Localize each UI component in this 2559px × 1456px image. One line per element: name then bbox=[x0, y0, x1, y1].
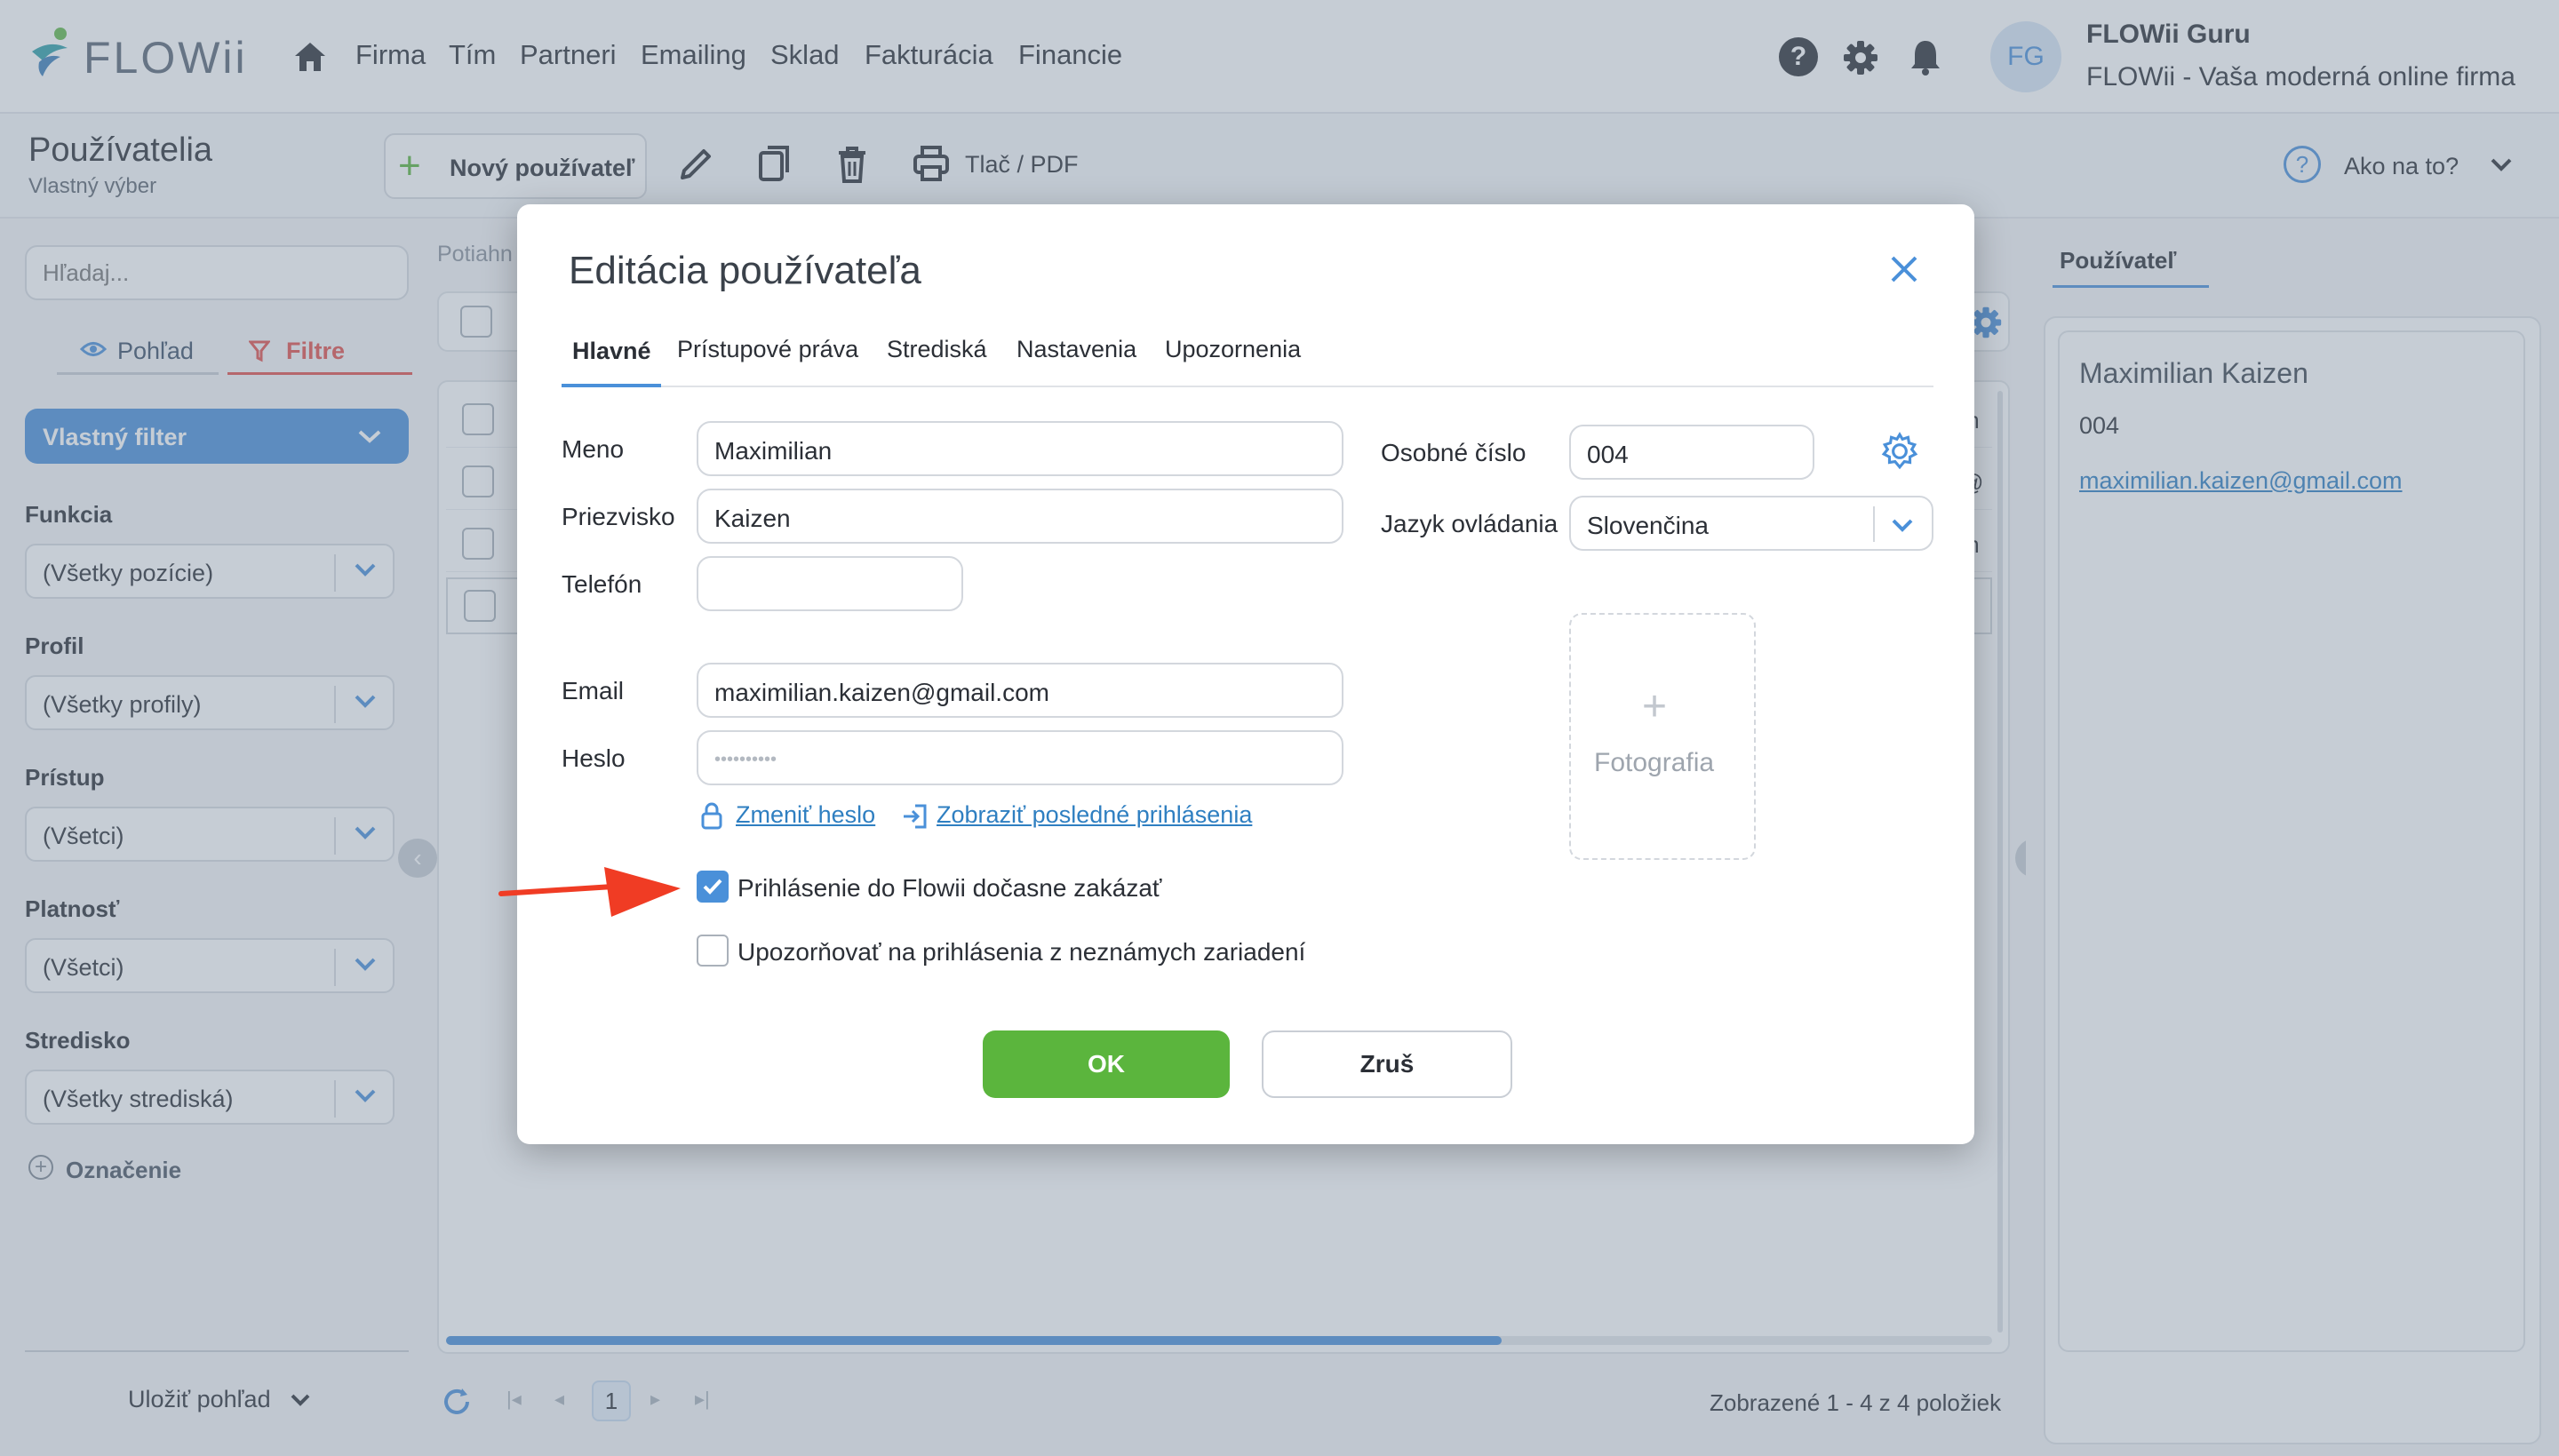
email-input[interactable]: maximilian.kaizen@gmail.com bbox=[697, 663, 1343, 718]
lock-icon bbox=[701, 802, 722, 830]
personal-number-input[interactable]: 004 bbox=[1569, 425, 1814, 480]
tab-upozornenia[interactable]: Upozornenia bbox=[1165, 336, 1301, 363]
change-password-link[interactable]: Zmeniť heslo bbox=[736, 801, 875, 829]
unknown-device-alert-checkbox[interactable] bbox=[697, 935, 729, 967]
tab-nastavenia[interactable]: Nastavenia bbox=[1016, 336, 1136, 363]
unknown-device-alert-label[interactable]: Upozorňovať na prihlásenia z neznámych z… bbox=[737, 938, 1305, 967]
language-select-separator bbox=[1873, 506, 1875, 542]
phone-input[interactable] bbox=[697, 556, 963, 611]
password-input[interactable]: •••••••••• bbox=[697, 730, 1343, 785]
last-name-label: Priezvisko bbox=[562, 503, 675, 530]
login-arrow-icon bbox=[904, 804, 927, 829]
language-value: Slovenčina bbox=[1587, 512, 1709, 539]
cancel-button[interactable]: Zruš bbox=[1262, 1030, 1512, 1098]
personal-number-label: Osobné číslo bbox=[1381, 439, 1527, 466]
tab-hlavne[interactable]: Hlavné bbox=[562, 327, 661, 387]
tab-strediska[interactable]: Strediská bbox=[887, 336, 987, 363]
language-select[interactable]: Slovenčina bbox=[1569, 496, 1933, 551]
number-settings-gear-icon[interactable] bbox=[1880, 432, 1919, 471]
chevron-down-icon bbox=[1892, 519, 1913, 532]
disable-login-checkbox[interactable] bbox=[697, 871, 729, 903]
ok-button[interactable]: OK bbox=[983, 1030, 1230, 1098]
last-name-input[interactable]: Kaizen bbox=[697, 489, 1343, 544]
close-icon[interactable] bbox=[1889, 254, 1919, 284]
tab-pristupove-prava[interactable]: Prístupové práva bbox=[677, 336, 858, 363]
disable-login-label[interactable]: Prihlásenie do Flowii dočasne zakázať bbox=[737, 874, 1161, 903]
email-label: Email bbox=[562, 677, 625, 704]
show-last-logins-link[interactable]: Zobraziť posledné prihlásenia bbox=[937, 801, 1252, 829]
photo-label: Fotografia bbox=[1594, 748, 1715, 777]
edit-user-dialog: Editácia používateľa Hlavné Prístupové p… bbox=[517, 204, 1974, 1144]
first-name-label: Meno bbox=[562, 435, 625, 463]
first-name-input[interactable]: Maximilian bbox=[697, 421, 1343, 476]
language-label: Jazyk ovládania bbox=[1381, 510, 1559, 537]
password-label: Heslo bbox=[562, 744, 626, 772]
phone-label: Telefón bbox=[562, 570, 642, 598]
photo-upload-area[interactable]: + Fotografia bbox=[1569, 613, 1756, 860]
tab-hlavne-label: Hlavné bbox=[572, 338, 651, 364]
plus-icon: + bbox=[1642, 683, 1668, 730]
dialog-title: Editácia používateľa bbox=[569, 249, 921, 292]
checkmark-icon bbox=[703, 879, 722, 895]
annotation-arrow-icon bbox=[498, 867, 681, 917]
